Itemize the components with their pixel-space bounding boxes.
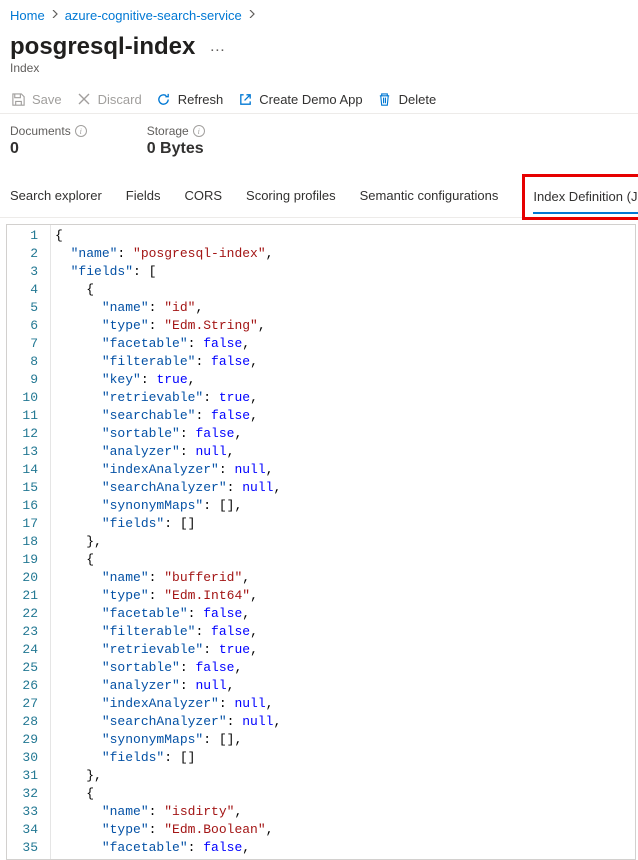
code-line: "indexAnalyzer": null, bbox=[55, 461, 635, 479]
delete-icon bbox=[377, 91, 393, 107]
info-icon[interactable]: i bbox=[75, 125, 87, 137]
code-line: "sortable": false, bbox=[55, 659, 635, 677]
code-line: { bbox=[55, 551, 635, 569]
tab-semantic[interactable]: Semantic configurations bbox=[360, 180, 499, 211]
code-line: "facetable": false, bbox=[55, 839, 635, 857]
delete-button[interactable]: Delete bbox=[377, 91, 437, 107]
save-label: Save bbox=[32, 92, 62, 107]
stat-storage: Storage i 0 Bytes bbox=[147, 124, 205, 158]
line-gutter: 1234567891011121314151617181920212223242… bbox=[7, 225, 51, 859]
code-line: }, bbox=[55, 767, 635, 785]
highlight-box: Index Definition (JSON) bbox=[522, 174, 638, 220]
chevron-right-icon bbox=[248, 10, 256, 21]
code-line: "analyzer": null, bbox=[55, 677, 635, 695]
code-line: "facetable": false, bbox=[55, 335, 635, 353]
code-line: "sortable": false, bbox=[55, 425, 635, 443]
save-button[interactable]: Save bbox=[10, 91, 62, 107]
code-line: { bbox=[55, 281, 635, 299]
code-line: "filterable": false, bbox=[55, 623, 635, 641]
code-line: "fields": [] bbox=[55, 515, 635, 533]
code-line: "name": "bufferid", bbox=[55, 569, 635, 587]
more-button[interactable]: … bbox=[205, 38, 229, 56]
breadcrumb: Home azure-cognitive-search-service bbox=[0, 0, 638, 31]
tab-cors[interactable]: CORS bbox=[184, 180, 222, 211]
refresh-label: Refresh bbox=[178, 92, 224, 107]
tabs: Search explorer Fields CORS Scoring prof… bbox=[0, 172, 638, 218]
tab-index-definition[interactable]: Index Definition (JSON) bbox=[533, 181, 638, 214]
create-demo-label: Create Demo App bbox=[259, 92, 362, 107]
discard-label: Discard bbox=[98, 92, 142, 107]
code-line: "name": "id", bbox=[55, 299, 635, 317]
breadcrumb-home[interactable]: Home bbox=[10, 8, 45, 23]
save-icon bbox=[10, 91, 26, 107]
code-line: "type": "Edm.Int64", bbox=[55, 587, 635, 605]
code-line: "searchable": false, bbox=[55, 407, 635, 425]
chevron-right-icon bbox=[51, 10, 59, 21]
tab-search-explorer[interactable]: Search explorer bbox=[10, 180, 102, 211]
refresh-button[interactable]: Refresh bbox=[156, 91, 224, 107]
discard-icon bbox=[76, 91, 92, 107]
code-line: "name": "isdirty", bbox=[55, 803, 635, 821]
page-subtitle: Index bbox=[0, 61, 638, 85]
code-line: "analyzer": null, bbox=[55, 443, 635, 461]
info-icon[interactable]: i bbox=[193, 125, 205, 137]
refresh-icon bbox=[156, 91, 172, 107]
code-line: "indexAnalyzer": null, bbox=[55, 695, 635, 713]
json-editor[interactable]: 1234567891011121314151617181920212223242… bbox=[6, 224, 636, 860]
documents-label: Documents bbox=[10, 124, 71, 138]
code-line: "retrievable": true, bbox=[55, 389, 635, 407]
code-line: "type": "Edm.String", bbox=[55, 317, 635, 335]
delete-label: Delete bbox=[399, 92, 437, 107]
code-line: "key": true, bbox=[55, 371, 635, 389]
code-line: "retrievable": true, bbox=[55, 641, 635, 659]
code-line: "type": "Edm.Boolean", bbox=[55, 821, 635, 839]
code-content[interactable]: { "name": "posgresql-index", "fields": [… bbox=[51, 225, 635, 859]
toolbar: Save Discard Refresh Create Demo App Del… bbox=[0, 85, 638, 114]
external-link-icon bbox=[237, 91, 253, 107]
breadcrumb-service[interactable]: azure-cognitive-search-service bbox=[65, 8, 242, 23]
code-line: "facetable": false, bbox=[55, 605, 635, 623]
documents-value: 0 bbox=[10, 138, 87, 158]
storage-value: 0 Bytes bbox=[147, 138, 205, 158]
title-row: posgresql-index … bbox=[0, 31, 638, 61]
create-demo-button[interactable]: Create Demo App bbox=[237, 91, 362, 107]
code-line: "synonymMaps": [], bbox=[55, 731, 635, 749]
tab-scoring[interactable]: Scoring profiles bbox=[246, 180, 336, 211]
code-line: { bbox=[55, 785, 635, 803]
code-line: "filterable": false, bbox=[55, 353, 635, 371]
page-title: posgresql-index bbox=[10, 33, 195, 61]
code-line: "fields": [ bbox=[55, 263, 635, 281]
discard-button[interactable]: Discard bbox=[76, 91, 142, 107]
code-line: "searchAnalyzer": null, bbox=[55, 713, 635, 731]
code-line: "synonymMaps": [], bbox=[55, 497, 635, 515]
stats-row: Documents i 0 Storage i 0 Bytes bbox=[0, 114, 638, 172]
storage-label: Storage bbox=[147, 124, 189, 138]
code-line: }, bbox=[55, 533, 635, 551]
code-line: "name": "posgresql-index", bbox=[55, 245, 635, 263]
code-line: { bbox=[55, 227, 635, 245]
stat-documents: Documents i 0 bbox=[10, 124, 87, 158]
tab-fields[interactable]: Fields bbox=[126, 180, 161, 211]
code-line: "searchAnalyzer": null, bbox=[55, 479, 635, 497]
